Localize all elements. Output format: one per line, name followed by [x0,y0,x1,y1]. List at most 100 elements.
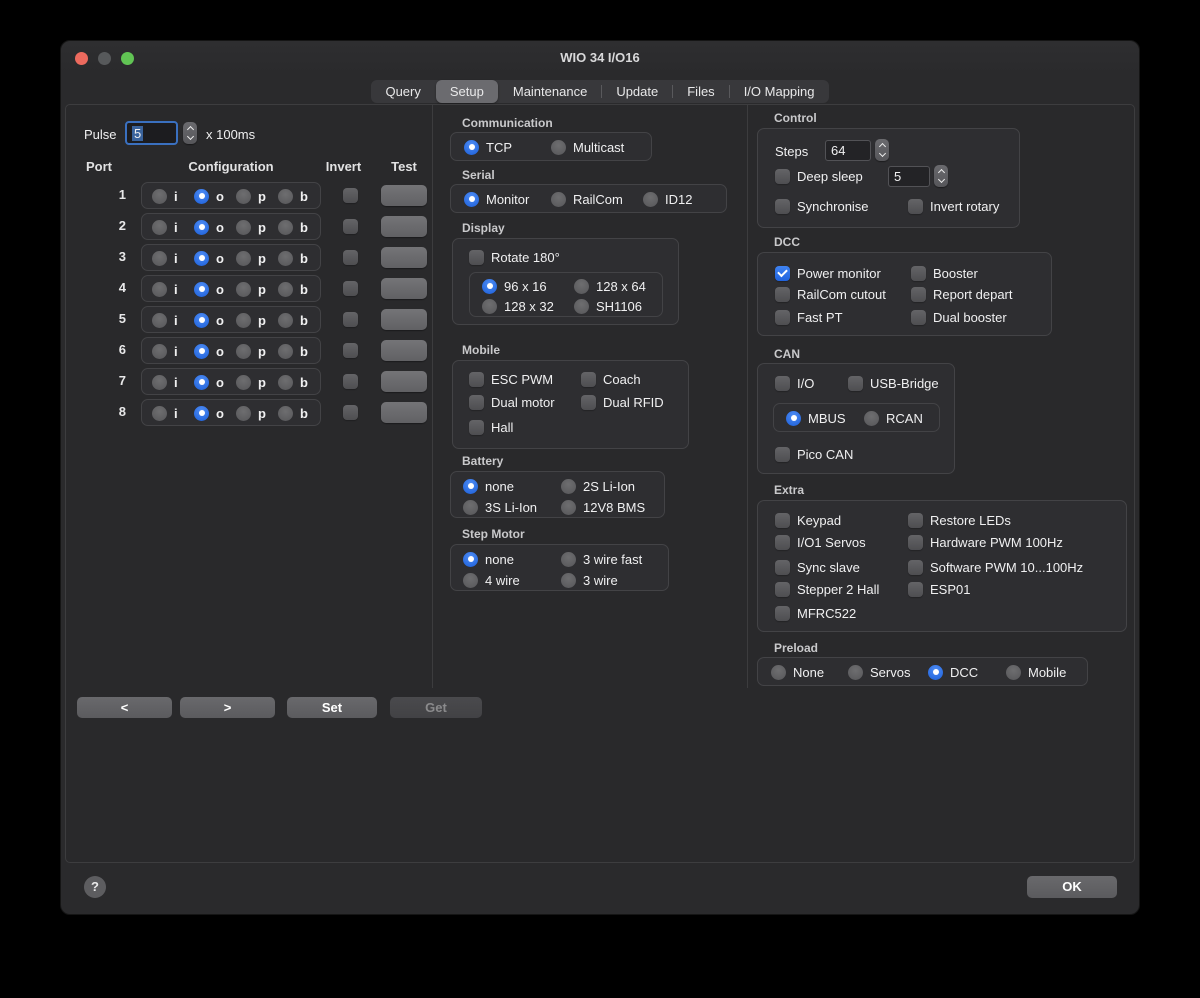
railcom-cutout-checkbox[interactable]: RailCom cutout [775,284,886,304]
sync-slave-checkbox[interactable]: Sync slave [775,557,860,577]
port-6-radio-o[interactable]: o [194,341,224,361]
pico-can-checkbox[interactable]: Pico CAN [775,444,853,464]
port-2-invert-checkbox[interactable] [343,219,358,234]
port-5-radio-o[interactable]: o [194,310,224,330]
port-8-radio-o[interactable]: o [194,403,224,423]
port-3-radio-p[interactable]: p [236,248,266,268]
battery-radio-12v8-bms[interactable]: 12V8 BMS [561,497,645,517]
port-2-radio-o[interactable]: o [194,217,224,237]
restore-leds-checkbox[interactable]: Restore LEDs [908,510,1011,530]
port-4-invert-checkbox[interactable] [343,281,358,296]
port-1-radio-p[interactable]: p [236,186,266,206]
port-4-radio-p[interactable]: p [236,279,266,299]
radio-sh1106[interactable]: SH1106 [574,296,642,316]
hardware-pwm-checkbox[interactable]: Hardware PWM 100Hz [908,532,1063,552]
steps-input[interactable]: 64 [825,140,871,161]
port-5-test-button[interactable] [381,309,427,330]
preload-radio-none[interactable]: None [771,662,824,682]
port-3-radio-o[interactable]: o [194,248,224,268]
tab-io-mapping[interactable]: I/O Mapping [730,80,829,103]
ok-button[interactable]: OK [1027,876,1117,898]
port-1-radio-i[interactable]: i [152,186,178,206]
port-2-radio-i[interactable]: i [152,217,178,237]
radio-railcom[interactable]: RailCom [551,189,623,209]
radio-monitor[interactable]: Monitor [464,189,529,209]
port-8-radio-p[interactable]: p [236,403,266,423]
deep-sleep-stepper[interactable] [934,165,948,187]
invert-rotary-checkbox[interactable]: Invert rotary [908,196,999,216]
port-6-test-button[interactable] [381,340,427,361]
port-5-invert-checkbox[interactable] [343,312,358,327]
port-7-radio-p[interactable]: p [236,372,266,392]
port-3-invert-checkbox[interactable] [343,250,358,265]
port-7-radio-o[interactable]: o [194,372,224,392]
pulse-input[interactable]: 5 [125,121,178,145]
radio-mbus[interactable]: MBUS [786,408,846,428]
dual-rfid-checkbox[interactable]: Dual RFID [581,392,664,412]
help-button[interactable]: ? [84,876,106,898]
step-motor-radio-4-wire[interactable]: 4 wire [463,570,520,590]
usb-bridge-checkbox[interactable]: USB-Bridge [848,373,939,393]
prev-button[interactable]: < [77,697,172,718]
preload-radio-dcc[interactable]: DCC [928,662,978,682]
port-4-radio-o[interactable]: o [194,279,224,299]
preload-radio-mobile[interactable]: Mobile [1006,662,1066,682]
port-6-invert-checkbox[interactable] [343,343,358,358]
tab-query[interactable]: Query [371,80,434,103]
port-6-radio-i[interactable]: i [152,341,178,361]
coach-checkbox[interactable]: Coach [581,369,641,389]
deep-sleep-checkbox[interactable]: Deep sleep [775,166,863,186]
radio-rcan[interactable]: RCAN [864,408,923,428]
dual-booster-checkbox[interactable]: Dual booster [911,307,1007,327]
hall-checkbox[interactable]: Hall [469,417,513,437]
port-1-radio-b[interactable]: b [278,186,308,206]
port-7-radio-i[interactable]: i [152,372,178,392]
port-1-test-button[interactable] [381,185,427,206]
software-pwm-checkbox[interactable]: Software PWM 10...100Hz [908,557,1083,577]
fast-pt-checkbox[interactable]: Fast PT [775,307,843,327]
preload-radio-servos[interactable]: Servos [848,662,910,682]
steps-stepper[interactable] [875,139,889,161]
battery-radio-none[interactable]: none [463,476,514,496]
report-depart-checkbox[interactable]: Report depart [911,284,1013,304]
port-8-test-button[interactable] [381,402,427,423]
step-motor-radio-none[interactable]: none [463,549,514,569]
port-7-invert-checkbox[interactable] [343,374,358,389]
port-5-radio-b[interactable]: b [278,310,308,330]
tab-files[interactable]: Files [673,80,728,103]
step-motor-radio-3-wire[interactable]: 3 wire [561,570,618,590]
power-monitor-checkbox[interactable]: Power monitor [775,263,881,283]
set-button[interactable]: Set [287,697,377,718]
tab-update[interactable]: Update [602,80,672,103]
mfrc522-checkbox[interactable]: MFRC522 [775,603,856,623]
deep-sleep-input[interactable]: 5 [888,166,930,187]
radio-multicast[interactable]: Multicast [551,137,624,157]
port-4-radio-i[interactable]: i [152,279,178,299]
port-8-radio-i[interactable]: i [152,403,178,423]
port-8-radio-b[interactable]: b [278,403,308,423]
port-5-radio-i[interactable]: i [152,310,178,330]
port-7-test-button[interactable] [381,371,427,392]
tab-setup[interactable]: Setup [436,80,498,103]
esc-pwm-checkbox[interactable]: ESC PWM [469,369,553,389]
port-5-radio-p[interactable]: p [236,310,266,330]
port-3-radio-b[interactable]: b [278,248,308,268]
radio-96x16[interactable]: 96 x 16 [482,276,547,296]
port-6-radio-p[interactable]: p [236,341,266,361]
port-4-radio-b[interactable]: b [278,279,308,299]
battery-radio-3s-li-ion[interactable]: 3S Li-Ion [463,497,537,517]
next-button[interactable]: > [180,697,275,718]
battery-radio-2s-li-ion[interactable]: 2S Li-Ion [561,476,635,496]
port-4-test-button[interactable] [381,278,427,299]
port-2-radio-b[interactable]: b [278,217,308,237]
tab-maintenance[interactable]: Maintenance [499,80,601,103]
esp01-checkbox[interactable]: ESP01 [908,579,970,599]
get-button[interactable]: Get [390,697,482,718]
stepper-2-hall-checkbox[interactable]: Stepper 2 Hall [775,579,879,599]
step-motor-radio-3-wire-fast[interactable]: 3 wire fast [561,549,642,569]
io1-servos-checkbox[interactable]: I/O1 Servos [775,532,866,552]
port-3-radio-i[interactable]: i [152,248,178,268]
dual-motor-checkbox[interactable]: Dual motor [469,392,555,412]
radio-tcp[interactable]: TCP [464,137,512,157]
port-1-radio-o[interactable]: o [194,186,224,206]
